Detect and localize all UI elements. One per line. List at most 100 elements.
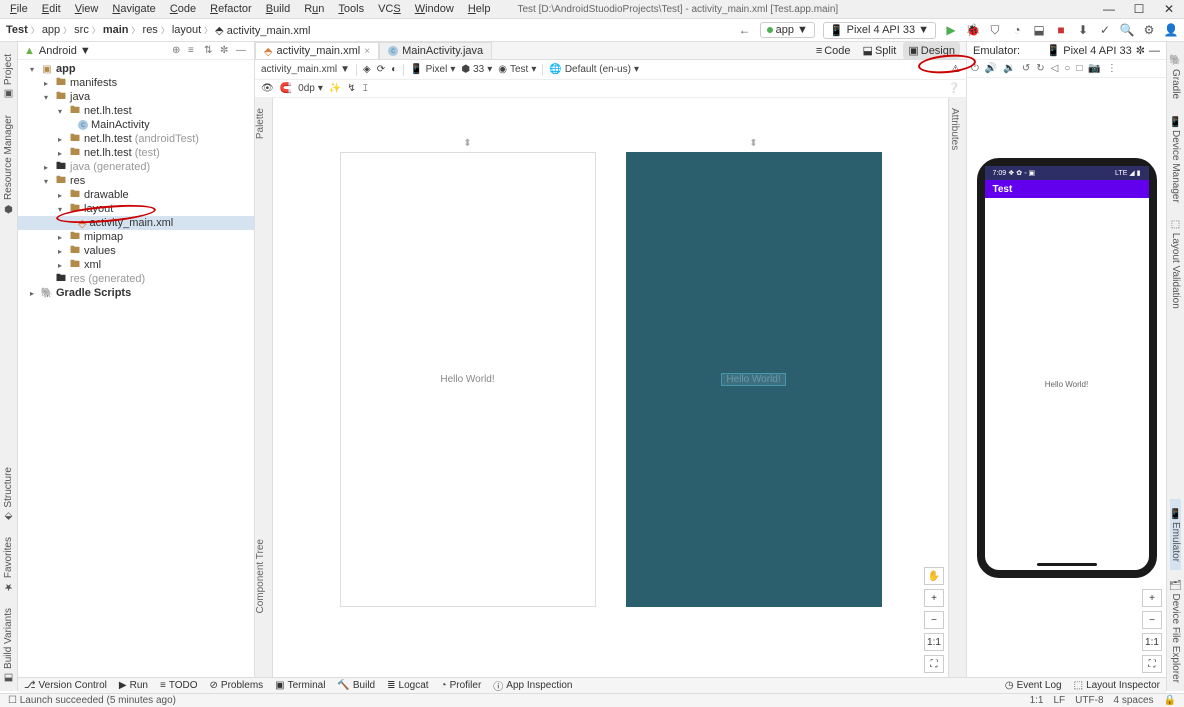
tool-logcat[interactable]: ≣ Logcat	[387, 680, 428, 691]
tool-run[interactable]: ▶ Run	[119, 680, 148, 691]
vcs-commit-icon[interactable]: ✓	[1098, 23, 1112, 37]
rotate-left-icon[interactable]: ↺	[1022, 63, 1030, 74]
theme-selector[interactable]: ◉ Test ▾	[498, 64, 536, 75]
tree-mainactivity[interactable]: cMainActivity	[18, 118, 254, 132]
tool-version-control[interactable]: ⎇ Version Control	[24, 680, 107, 691]
tree-app[interactable]: ▾▣app	[18, 62, 254, 76]
warnings-icon[interactable]: ⚠	[951, 64, 960, 75]
status-position[interactable]: 1:1	[1030, 695, 1044, 706]
tree-java-generated[interactable]: ▸🖿java (generated)	[18, 160, 254, 174]
status-lock-icon[interactable]: 🔒	[1164, 695, 1176, 706]
attributes-rail[interactable]: Attributes	[948, 98, 966, 677]
tree-activity-main-xml[interactable]: ⬘activity_main.xml	[18, 216, 254, 230]
gear-icon[interactable]: ✼	[1136, 44, 1145, 57]
menu-run[interactable]: Run	[297, 1, 331, 17]
tab-mainactivity[interactable]: cMainActivity.java	[379, 42, 492, 59]
breadcrumb-item[interactable]: Test	[6, 24, 28, 36]
status-indent[interactable]: 4 spaces	[1114, 695, 1154, 706]
locale-selector[interactable]: 🌐 Default (en-us) ▾	[549, 64, 639, 75]
tool-event-log[interactable]: ◷ Event Log	[1005, 680, 1062, 691]
back-icon[interactable]: ◁	[1051, 63, 1059, 74]
tree-pkg-main[interactable]: ▾🖿net.lh.test	[18, 104, 254, 118]
design-surface-design[interactable]: Hello World!	[626, 152, 882, 607]
emu-zoom-fit[interactable]: 1:1	[1142, 633, 1162, 651]
vcs-update-icon[interactable]: ⬇	[1076, 23, 1090, 37]
zoom-fit-button[interactable]: 1:1	[924, 633, 944, 651]
magnet-icon[interactable]: 🧲	[280, 83, 292, 94]
tree-res-generated[interactable]: 🖿res (generated)	[18, 272, 254, 286]
wand-icon[interactable]: ✨	[329, 83, 341, 94]
home-icon[interactable]: ○	[1064, 63, 1070, 74]
ribbon-project[interactable]: ▣ Project	[3, 46, 14, 107]
minimize-icon[interactable]: —	[1149, 45, 1160, 57]
tree-pkg-test[interactable]: ▸🖿net.lh.test (test)	[18, 146, 254, 160]
filter-icon[interactable]: ≡	[188, 45, 200, 56]
project-view-selector[interactable]: Android ▼	[39, 45, 91, 57]
tool-layout-inspector[interactable]: ⬚ Layout Inspector	[1074, 680, 1160, 691]
emu-zoom-in[interactable]: +	[1142, 589, 1162, 607]
emu-zoom-full[interactable]: ⛶	[1142, 655, 1162, 673]
zoom-out-button[interactable]: −	[924, 611, 944, 629]
tree-manifests[interactable]: ▸🖿manifests	[18, 76, 254, 90]
menu-navigate[interactable]: Navigate	[105, 1, 162, 17]
menu-build[interactable]: Build	[259, 1, 297, 17]
tree-values[interactable]: ▸🖿values	[18, 244, 254, 258]
menu-window[interactable]: Window	[408, 1, 461, 17]
orientation-icon[interactable]: ⟳	[377, 64, 385, 75]
ribbon-device-file-explorer[interactable]: 🗂 Device File Explorer	[1170, 570, 1181, 691]
guideline-icon[interactable]: 𝙸	[362, 83, 369, 94]
tool-build[interactable]: 🔨 Build	[337, 680, 375, 691]
zoom-full-button[interactable]: ⛶	[924, 655, 944, 673]
collapse-icon[interactable]: ⇅	[204, 45, 216, 56]
tree-xml[interactable]: ▸🖿xml	[18, 258, 254, 272]
settings-gear-icon[interactable]: ⚙	[1142, 23, 1156, 37]
view-design-button[interactable]: ▣ Design	[903, 42, 960, 59]
pan-button[interactable]: ✋	[924, 567, 944, 585]
breadcrumb-item[interactable]: app	[42, 24, 60, 36]
ribbon-gradle[interactable]: 🐘 Gradle	[1170, 46, 1181, 107]
emulator-phone[interactable]: 7:09 ❖ ✿ ◦ ▣LTE ◢ ▮ Test Hello World!	[977, 158, 1157, 578]
volume-up-icon[interactable]: 🔊	[985, 63, 997, 74]
window-minimize[interactable]: —	[1094, 0, 1124, 18]
device-selector[interactable]: 📱Pixel 4 API 33▼	[823, 22, 936, 39]
menu-vcs[interactable]: VCS	[371, 1, 408, 17]
clear-icon[interactable]: ↯	[347, 83, 355, 94]
help-icon[interactable]: ❔	[948, 83, 960, 94]
coverage-icon[interactable]: ⛉	[988, 23, 1002, 37]
ribbon-structure[interactable]: ⬘ Structure	[3, 459, 14, 529]
menu-edit[interactable]: Edit	[35, 1, 68, 17]
tab-activity-main[interactable]: ⬘activity_main.xml×	[255, 42, 379, 59]
api-selector[interactable]: ⬢ 33 ▾	[461, 64, 492, 75]
night-mode-icon[interactable]: ◐	[391, 64, 397, 75]
window-close[interactable]: ✕	[1154, 0, 1184, 18]
search-icon[interactable]: 🔍	[1120, 23, 1134, 37]
hide-icon[interactable]: —	[236, 45, 248, 56]
tool-profiler[interactable]: ◔ Profiler	[441, 680, 482, 691]
profile-icon[interactable]: ◔	[1010, 23, 1024, 37]
menu-tools[interactable]: Tools	[331, 1, 371, 17]
menu-refactor[interactable]: Refactor	[203, 1, 259, 17]
view-options-icon[interactable]: 👁	[261, 83, 274, 94]
ribbon-layout-validation[interactable]: ⬚ Layout Validation	[1170, 211, 1181, 317]
attach-icon[interactable]: ⬓	[1032, 23, 1046, 37]
avatar-icon[interactable]: 👤	[1164, 23, 1178, 37]
power-icon[interactable]: ⏻	[971, 63, 979, 74]
ribbon-emulator[interactable]: 📱 Emulator	[1170, 499, 1181, 570]
emu-zoom-out[interactable]: −	[1142, 611, 1162, 629]
tool-terminal[interactable]: ▣ Terminal	[275, 680, 325, 691]
ribbon-favorites[interactable]: ★ Favorites	[3, 529, 14, 600]
window-maximize[interactable]: ☐	[1124, 0, 1154, 18]
status-encoding[interactable]: UTF-8	[1075, 695, 1103, 706]
settings-icon[interactable]: ✼	[220, 45, 232, 56]
target-icon[interactable]: ⊕	[172, 45, 184, 56]
tree-layout[interactable]: ▾🖿layout	[18, 202, 254, 216]
screenshot-icon[interactable]: 📷	[1088, 63, 1100, 74]
tree-gradle-scripts[interactable]: ▸🐘Gradle Scripts	[18, 286, 254, 300]
ribbon-device-manager[interactable]: 📱 Device Manager	[1170, 107, 1181, 211]
status-line-ending[interactable]: LF	[1054, 695, 1066, 706]
run-config-selector[interactable]: app▼	[760, 22, 815, 38]
tree-java[interactable]: ▾🖿java	[18, 90, 254, 104]
back-icon[interactable]: ←	[738, 23, 752, 37]
tree-pkg-test-android[interactable]: ▸🖿net.lh.test (androidTest)	[18, 132, 254, 146]
design-surfaces-icon[interactable]: ◈	[363, 64, 371, 75]
